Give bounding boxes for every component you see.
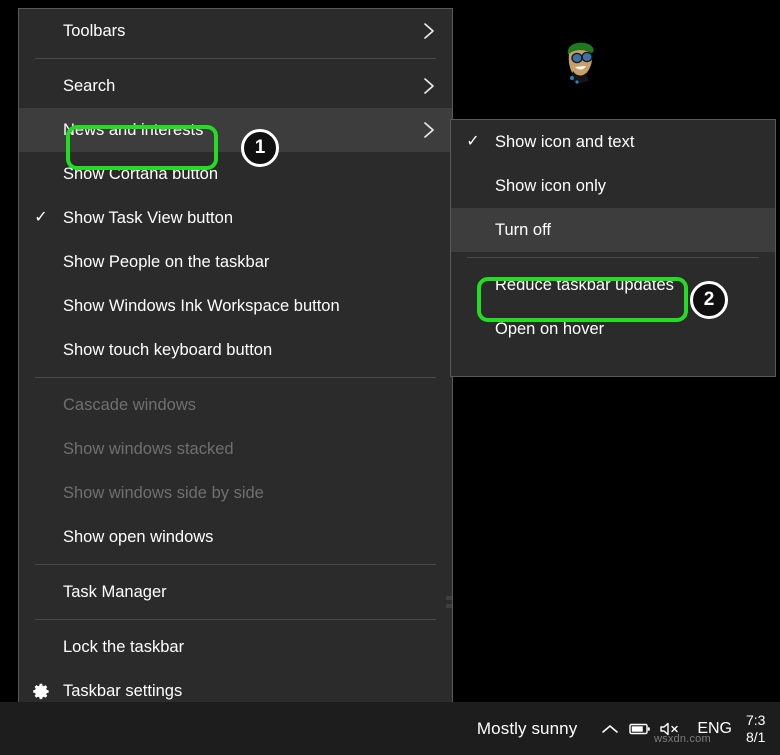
menu-item-label: Turn off: [495, 221, 743, 240]
menu-separator: [35, 619, 436, 620]
menu-item-show-cortana-button[interactable]: Show Cortana button: [19, 152, 452, 196]
cartoon-avatar-svg: [558, 38, 602, 88]
menu-separator: [35, 564, 436, 565]
menu-item-reduce-taskbar-updates[interactable]: Reduce taskbar updates: [451, 263, 775, 307]
menu-item-open-on-hover[interactable]: Open on hover: [451, 307, 775, 351]
menu-item-news-and-interests[interactable]: News and interests: [19, 108, 452, 152]
menu-item-lock-the-taskbar[interactable]: Lock the taskbar: [19, 625, 452, 669]
menu-item-label: Task Manager: [63, 583, 420, 602]
menu-item-task-manager[interactable]: Task Manager: [19, 570, 452, 614]
chevron-right-icon: [420, 76, 438, 96]
menu-item-show-icon-only[interactable]: Show icon only: [451, 164, 775, 208]
menu-item-label: Show open windows: [63, 528, 420, 547]
menu-separator: [35, 377, 436, 378]
menu-edge-nub: [446, 604, 452, 608]
menu-separator: [35, 58, 436, 59]
taskbar-context-menu[interactable]: Toolbars Search News and interests Show Cor…: [18, 8, 453, 743]
screen: Toolbars Search News and interests Show Cor…: [0, 0, 780, 755]
menu-item-show-icon-and-text[interactable]: ✓Show icon and text: [451, 120, 775, 164]
chevron-right-svg: [422, 76, 436, 96]
menu-item-search[interactable]: Search: [19, 64, 452, 108]
menu-item-label: Show icon only: [495, 177, 743, 196]
clock[interactable]: 7:3 8/1: [742, 712, 780, 746]
checkmark-icon: ✓: [19, 210, 63, 226]
chevron-right-svg: [422, 21, 436, 41]
language-indicator[interactable]: ENG: [685, 720, 742, 738]
battery-icon[interactable]: [625, 702, 655, 755]
menu-item-label: Reduce taskbar updates: [495, 276, 743, 295]
menu-item-label: Show Windows Ink Workspace button: [63, 297, 420, 316]
menu-item-label: Taskbar settings: [63, 682, 420, 701]
menu-item-label: Open on hover: [495, 320, 743, 339]
menu-item-turn-off[interactable]: Turn off: [451, 208, 775, 252]
battery-svg: [629, 722, 651, 736]
chevron-right-svg: [422, 120, 436, 140]
news-and-interests-submenu[interactable]: ✓Show icon and text Show icon only Turn of…: [450, 119, 776, 377]
cartoon-avatar-desktop-icon[interactable]: [558, 38, 602, 88]
menu-item-label: Show Task View button: [63, 209, 420, 228]
menu-item-show-windows-ink-workspace-button[interactable]: Show Windows Ink Workspace button: [19, 284, 452, 328]
menu-item-label: Search: [63, 77, 420, 96]
chevron-right-icon: [420, 120, 438, 140]
taskbar-tray-area: Mostly sunny ENG: [477, 702, 780, 755]
menu-item-toolbars[interactable]: Toolbars: [19, 9, 452, 53]
chevron-up-svg: [601, 723, 619, 735]
show-hidden-icons-chevron-icon[interactable]: [595, 702, 625, 755]
menu-item-show-windows-side-by-side: Show windows side by side: [19, 471, 452, 515]
gear-icon: [19, 682, 63, 701]
menu-item-show-open-windows[interactable]: Show open windows: [19, 515, 452, 559]
menu-item-show-people-on-the-taskbar[interactable]: Show People on the taskbar: [19, 240, 452, 284]
checkmark-icon: ✓: [451, 134, 495, 150]
menu-edge-nub: [446, 596, 452, 600]
menu-item-cascade-windows: Cascade windows: [19, 383, 452, 427]
speaker-muted-svg: [659, 721, 681, 737]
menu-item-label: Toolbars: [63, 22, 420, 41]
menu-item-label: Lock the taskbar: [63, 638, 420, 657]
menu-item-show-task-view-button[interactable]: ✓Show Task View button: [19, 196, 452, 240]
clock-date: 8/1: [746, 729, 780, 746]
menu-item-label: Show touch keyboard button: [63, 341, 420, 360]
gear-svg: [32, 682, 51, 701]
chevron-right-icon: [420, 21, 438, 41]
menu-item-label: Show windows stacked: [63, 440, 420, 459]
menu-item-label: Show windows side by side: [63, 484, 420, 503]
menu-item-label: Show People on the taskbar: [63, 253, 420, 272]
menu-item-label: News and interests: [63, 121, 420, 140]
menu-separator: [467, 257, 759, 258]
menu-item-show-touch-keyboard-button[interactable]: Show touch keyboard button: [19, 328, 452, 372]
clock-time: 7:3: [746, 712, 780, 729]
taskbar: Mostly sunny ENG: [0, 702, 780, 755]
menu-item-show-windows-stacked: Show windows stacked: [19, 427, 452, 471]
menu-item-label: Show Cortana button: [63, 165, 420, 184]
menu-item-label: Show icon and text: [495, 133, 743, 152]
weather-widget-label[interactable]: Mostly sunny: [477, 719, 595, 739]
menu-item-label: Cascade windows: [63, 396, 420, 415]
volume-muted-icon[interactable]: [655, 702, 685, 755]
